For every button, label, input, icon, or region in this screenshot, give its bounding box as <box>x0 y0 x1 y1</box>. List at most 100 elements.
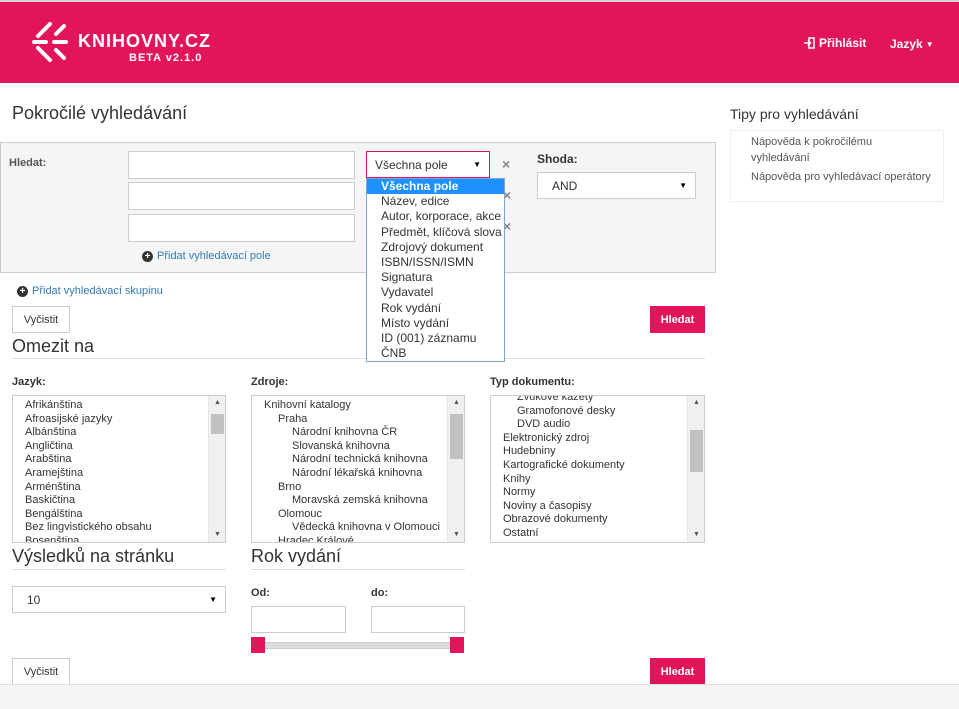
source-option[interactable]: Národní knihovna ČR <box>264 426 464 440</box>
page-footer <box>0 684 959 709</box>
results-per-page-select[interactable]: 10 ▼ <box>12 586 226 613</box>
language-option[interactable]: Bez lingvistického obsahu <box>25 521 225 535</box>
doctype-option[interactable]: Normy <box>503 486 704 500</box>
field-select-dropdown[interactable]: Všechna pole Název, edice Autor, korporace… <box>366 178 505 362</box>
chevron-down-icon: ▼ <box>679 181 687 190</box>
field-option[interactable]: ID (001) záznamu <box>367 331 504 346</box>
source-option[interactable]: Brno <box>264 481 464 495</box>
tips-title: Tipy pro vyhledávání <box>730 106 859 122</box>
scroll-down-icon[interactable]: ▼ <box>448 528 464 542</box>
year-range-slider[interactable] <box>253 642 463 649</box>
year-from-label: Od: <box>251 587 270 599</box>
scrollbar[interactable]: ▲ ▼ <box>208 396 225 542</box>
tip-search-operators-help[interactable]: Nápověda pro vyhledávací operátory <box>751 169 931 185</box>
year-to-input[interactable] <box>371 606 465 633</box>
search-button-bottom[interactable]: Hledat <box>650 658 705 685</box>
doctype-listbox[interactable]: Zvukové kazety Gramofonové desky DVD audio… <box>490 395 705 543</box>
field-option[interactable]: Autor, korporace, akce <box>367 209 504 224</box>
scroll-up-icon[interactable]: ▲ <box>209 396 225 410</box>
doctype-option[interactable]: Elektronický zdroj <box>503 432 704 446</box>
doctype-option[interactable]: Noviny a časopisy <box>503 500 704 514</box>
add-search-field-link[interactable]: + Přidat vyhledávací pole <box>142 250 271 262</box>
field-select[interactable]: Všechna pole ▼ <box>366 151 490 178</box>
language-option[interactable]: Bosenština <box>25 535 225 542</box>
language-option[interactable]: Afrikánština <box>25 399 225 413</box>
doctype-option[interactable]: Hudebniny <box>503 445 704 459</box>
scroll-down-icon[interactable]: ▼ <box>688 528 704 542</box>
add-search-group-label: Přidat vyhledávací skupinu <box>32 285 163 297</box>
scroll-down-icon[interactable]: ▼ <box>209 528 225 542</box>
source-option[interactable]: Hradec Králové <box>264 535 464 542</box>
language-option[interactable]: Angličtina <box>25 440 225 454</box>
doctype-option[interactable]: Gramofonové desky <box>503 405 704 419</box>
doctype-option[interactable]: Mikrodokumenty <box>503 541 704 542</box>
scroll-thumb[interactable] <box>690 430 703 472</box>
scrollbar[interactable]: ▲ ▼ <box>447 396 464 542</box>
source-option[interactable]: Slovanská knihovna <box>264 440 464 454</box>
field-option[interactable]: Název, edice <box>367 194 504 209</box>
scroll-up-icon[interactable]: ▲ <box>688 396 704 410</box>
scroll-up-icon[interactable]: ▲ <box>448 396 464 410</box>
doctype-option[interactable]: Ostatní <box>503 527 704 541</box>
search-label: Hledat: <box>9 157 47 169</box>
source-option[interactable]: Národní technická knihovna <box>264 453 464 467</box>
knihovny-logo-icon[interactable] <box>30 20 70 64</box>
language-option[interactable]: Albánština <box>25 426 225 440</box>
clear-button-bottom[interactable]: Vyčistit <box>12 658 70 685</box>
field-option[interactable]: ČNB <box>367 346 504 361</box>
year-range-handle-min[interactable] <box>251 637 265 653</box>
language-option[interactable]: Bengálština <box>25 508 225 522</box>
field-option[interactable]: Všechna pole <box>367 179 504 195</box>
doctype-option[interactable]: DVD audio <box>503 418 704 432</box>
clear-button-top[interactable]: Vyčistit <box>12 306 70 333</box>
doctype-option[interactable]: Zvukové kazety <box>503 396 704 405</box>
tips-box: Nápověda k pokročilému vyhledávání Nápov… <box>730 130 944 202</box>
doctype-option[interactable]: Knihy <box>503 473 704 487</box>
field-option[interactable]: Místo vydání <box>367 316 504 331</box>
language-menu[interactable]: Jazyk ▼ <box>890 37 934 51</box>
search-input-1[interactable] <box>128 151 355 179</box>
source-option[interactable]: Olomouc <box>264 508 464 522</box>
search-input-2[interactable] <box>128 182 355 210</box>
scroll-thumb[interactable] <box>211 414 224 434</box>
field-option[interactable]: ISBN/ISSN/ISMN <box>367 255 504 270</box>
year-from-input[interactable] <box>251 606 346 633</box>
divider <box>12 569 226 570</box>
add-search-group-link[interactable]: + Přidat vyhledávací skupinu <box>17 285 163 297</box>
scrollbar[interactable]: ▲ ▼ <box>687 396 704 542</box>
source-option[interactable]: Knihovní katalogy <box>264 399 464 413</box>
search-input-3[interactable] <box>128 214 355 242</box>
source-option[interactable]: Praha <box>264 413 464 427</box>
chevron-down-icon: ▼ <box>209 595 217 604</box>
field-option[interactable]: Zdrojový dokument <box>367 240 504 255</box>
tip-advanced-search-help[interactable]: Nápověda k pokročilému vyhledávání <box>751 134 931 166</box>
sources-listbox[interactable]: Knihovní katalogy Praha Národní knihovna Č… <box>251 395 465 543</box>
source-option[interactable]: Národní lékařská knihovna <box>264 467 464 481</box>
login-link[interactable]: Přihlásit <box>803 36 866 50</box>
language-listbox[interactable]: Afrikánština Afroasijské jazyky Albánština… <box>12 395 226 543</box>
plus-circle-icon: + <box>142 250 153 262</box>
language-option[interactable]: Afroasijské jazyky <box>25 413 225 427</box>
brand-name[interactable]: KNIHOVNY.CZ <box>78 32 211 50</box>
results-per-page-value: 10 <box>27 592 41 607</box>
source-option[interactable]: Moravská zemská knihovna <box>264 494 464 508</box>
scroll-thumb[interactable] <box>450 414 463 459</box>
language-option[interactable]: Baskičtina <box>25 494 225 508</box>
source-option[interactable]: Vědecká knihovna v Olomouci <box>264 521 464 535</box>
search-button-top[interactable]: Hledat <box>650 306 705 333</box>
field-option[interactable]: Rok vydání <box>367 301 504 316</box>
site-header: KNIHOVNY.CZ BETA v2.1.0 Přihlásit Jazyk ▼ <box>0 0 959 83</box>
match-select[interactable]: AND ▼ <box>537 172 696 199</box>
doctype-option[interactable]: Kartografické dokumenty <box>503 459 704 473</box>
year-range-handle-max[interactable] <box>450 637 464 653</box>
language-option[interactable]: Aramejština <box>25 467 225 481</box>
doctype-option[interactable]: Obrazové dokumenty <box>503 513 704 527</box>
remove-field-1-icon[interactable]: × <box>502 156 510 172</box>
sources-filter-label: Zdroje: <box>251 376 289 388</box>
language-option[interactable]: Arabština <box>25 453 225 467</box>
version-label: BETA v2.1.0 <box>129 52 203 64</box>
field-option[interactable]: Předmět, klíčová slova <box>367 225 504 240</box>
language-option[interactable]: Arménština <box>25 481 225 495</box>
field-option[interactable]: Vydavatel <box>367 285 504 300</box>
field-option[interactable]: Signatura <box>367 270 504 285</box>
